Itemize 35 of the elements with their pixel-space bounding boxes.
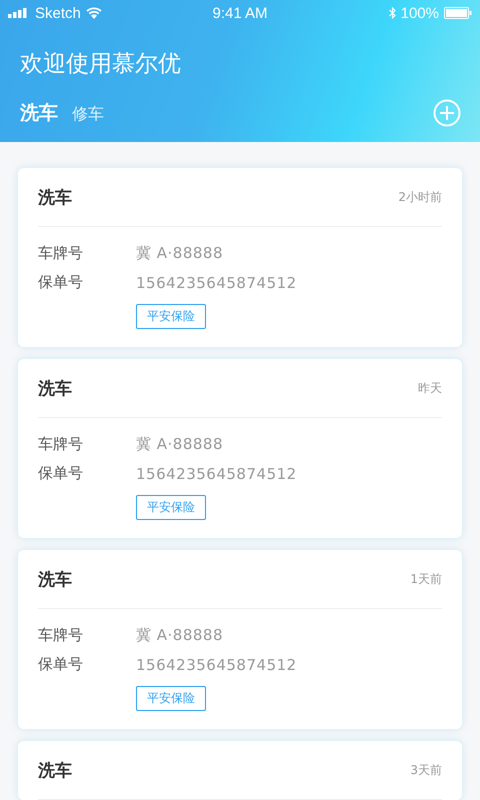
battery-icon <box>444 7 472 19</box>
carrier-name: Sketch <box>35 4 81 22</box>
order-card[interactable]: 洗车 1天前 车牌号 冀 A·88888 保单号 1564235645874512 平安保险 <box>18 550 462 729</box>
field-label: 车牌号 <box>38 435 84 454</box>
insurer-tag: 平安保险 <box>136 304 206 329</box>
field-value: 冀 A·88888 <box>136 435 224 454</box>
order-time: 昨天 <box>418 380 442 396</box>
field-label: 保单号 <box>38 464 84 483</box>
service-title: 洗车 <box>38 378 72 400</box>
field-value: 冀 A·88888 <box>136 244 224 263</box>
order-card[interactable]: 洗车 昨天 车牌号 冀 A·88888 保单号 1564235645874512 平安保险 <box>18 359 462 538</box>
bluetooth-icon <box>388 7 396 19</box>
order-time: 2小时前 <box>398 188 442 206</box>
insurer-tag: 平安保险 <box>136 686 206 711</box>
order-time: 3天前 <box>410 762 442 778</box>
order-card[interactable]: 洗车 2小时前 车牌号 冀 A·88888 保单号 1564235645874512 平安保险 <box>18 168 462 347</box>
clock-time: 9:41 AM <box>212 4 268 22</box>
field-value: 1564235645874512 <box>136 656 297 674</box>
service-title: 洗车 <box>38 186 72 208</box>
field-value: 冀 A·88888 <box>136 626 224 645</box>
welcome-title: 欢迎使用慕尔优 <box>19 50 182 79</box>
service-title: 洗车 <box>38 760 72 782</box>
field-label: 车牌号 <box>38 626 84 645</box>
order-card[interactable]: 洗车 3天前 <box>18 741 462 800</box>
battery-percent: 100% <box>400 4 439 22</box>
add-icon[interactable] <box>433 99 461 127</box>
field-value: 1564235645874512 <box>136 464 297 482</box>
wifi-icon <box>86 7 102 19</box>
field-label: 车牌号 <box>38 244 84 263</box>
service-title: 洗车 <box>38 568 72 590</box>
field-value: 1564235645874512 <box>136 274 297 292</box>
field-label: 保单号 <box>38 655 84 674</box>
order-time: 1天前 <box>410 570 442 588</box>
field-label: 保单号 <box>38 273 84 292</box>
insurer-tag: 平安保险 <box>136 495 206 520</box>
